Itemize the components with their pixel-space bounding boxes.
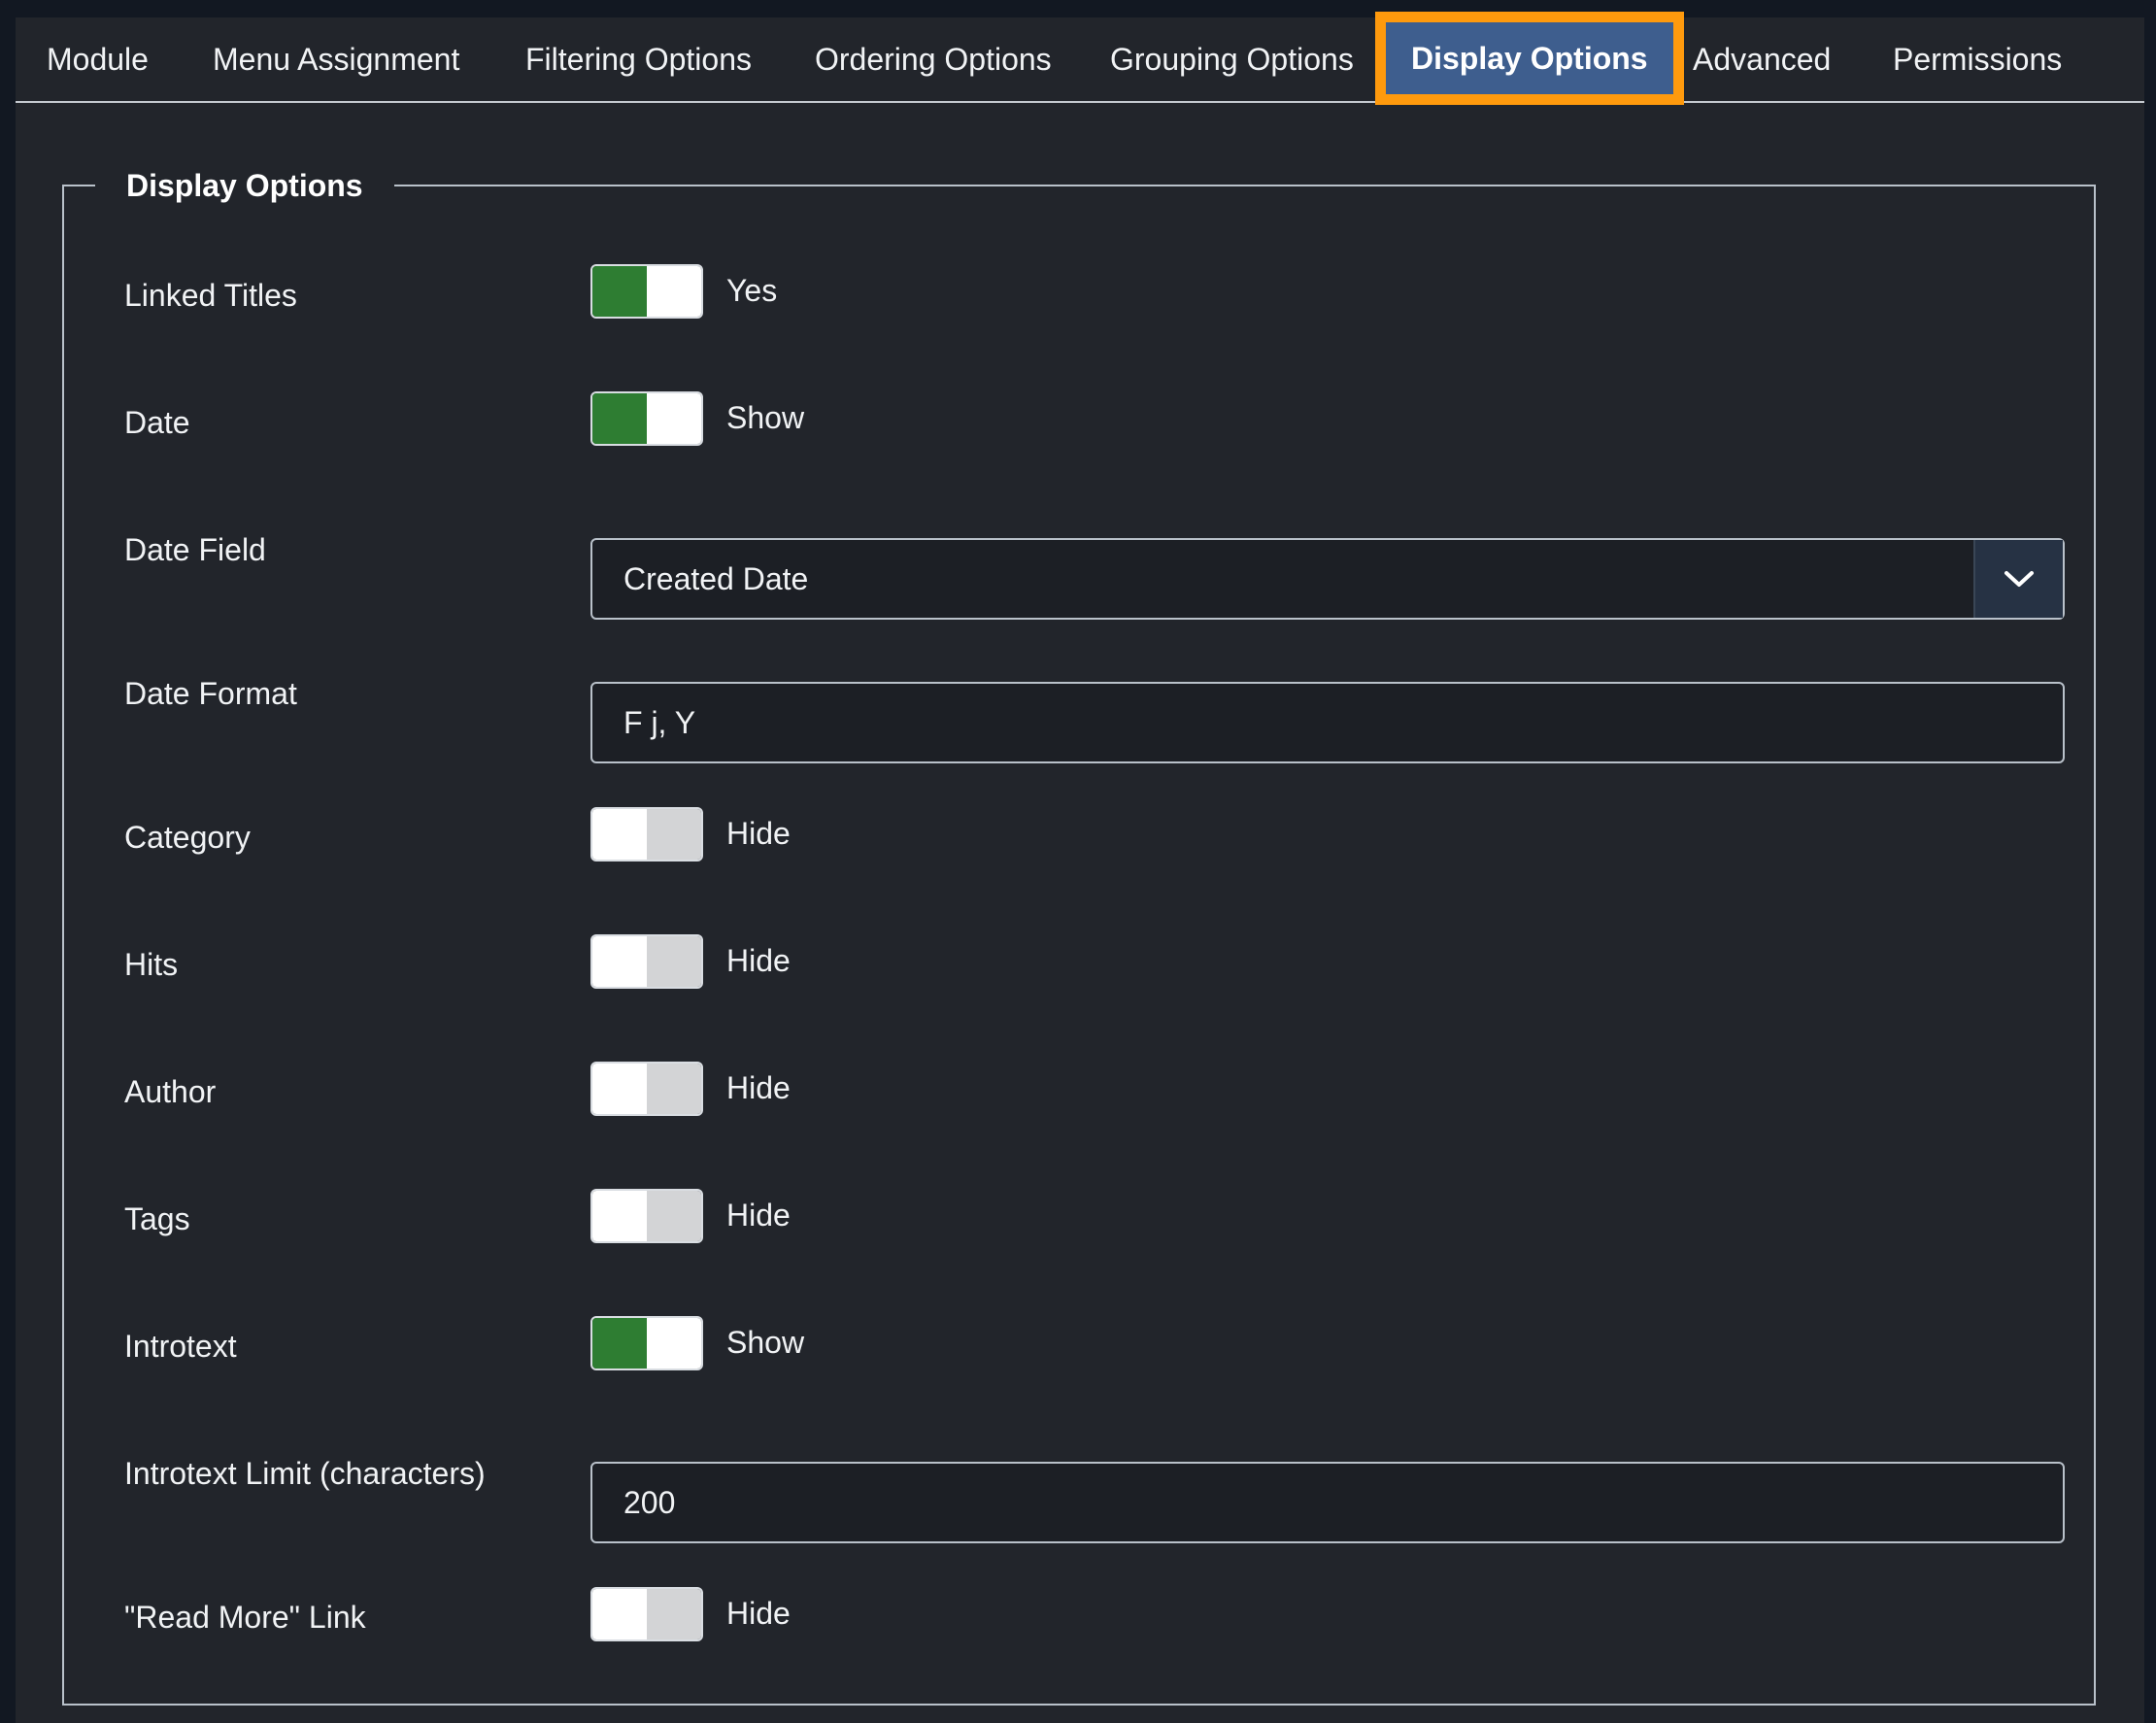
tab-display-options-label: Display Options: [1386, 22, 1673, 94]
tab-filtering-options[interactable]: Filtering Options: [525, 17, 752, 101]
chevron-down-icon: [2004, 571, 2034, 587]
introtext-limit-value: 200: [623, 1485, 676, 1520]
hits-toggle[interactable]: [590, 934, 703, 989]
tags-toggle[interactable]: [590, 1189, 703, 1243]
toggle-knob: [647, 266, 701, 317]
date-value: Show: [726, 400, 805, 435]
tags-label: Tags: [124, 1201, 190, 1236]
date-field-dropdown-button[interactable]: [1973, 540, 2063, 618]
introtext-limit-label: Introtext Limit (characters): [124, 1456, 486, 1491]
linked-titles-label: Linked Titles: [124, 278, 297, 313]
hits-label: Hits: [124, 947, 179, 982]
date-label: Date: [124, 405, 190, 440]
category-value: Hide: [726, 816, 791, 851]
date-field-select[interactable]: Created Date: [590, 538, 2065, 620]
tab-grouping-options[interactable]: Grouping Options: [1110, 17, 1354, 101]
toggle-knob: [592, 1589, 647, 1639]
date-format-value: F j, Y: [623, 705, 696, 740]
toggle-off-segment: [647, 1191, 701, 1241]
date-format-input[interactable]: F j, Y: [590, 682, 2065, 763]
tab-permissions[interactable]: Permissions: [1893, 17, 2062, 101]
read-more-toggle[interactable]: [590, 1587, 703, 1641]
toggle-knob: [592, 1191, 647, 1241]
read-more-value: Hide: [726, 1596, 791, 1631]
author-value: Hide: [726, 1070, 791, 1105]
introtext-label: Introtext: [124, 1329, 237, 1364]
toggle-knob: [592, 936, 647, 987]
tab-display-options[interactable]: Display Options: [1375, 12, 1684, 105]
tab-module[interactable]: Module: [47, 17, 149, 101]
hits-value: Hide: [726, 943, 791, 978]
toggle-on-segment: [592, 266, 647, 317]
linked-titles-toggle[interactable]: [590, 264, 703, 319]
date-toggle[interactable]: [590, 391, 703, 446]
introtext-limit-input[interactable]: 200: [590, 1462, 2065, 1543]
date-field-selected-value: Created Date: [623, 561, 809, 596]
fieldset-legend: Display Options: [95, 161, 394, 210]
linked-titles-value: Yes: [726, 273, 778, 308]
toggle-knob: [647, 1318, 701, 1368]
tab-ordering-options[interactable]: Ordering Options: [815, 17, 1052, 101]
date-field-label: Date Field: [124, 532, 266, 567]
toggle-knob: [647, 393, 701, 444]
toggle-on-segment: [592, 1318, 647, 1368]
toggle-off-segment: [647, 1589, 701, 1639]
toggle-off-segment: [647, 936, 701, 987]
toggle-on-segment: [592, 393, 647, 444]
tab-advanced[interactable]: Advanced: [1693, 17, 1831, 101]
introtext-value: Show: [726, 1325, 805, 1360]
author-toggle[interactable]: [590, 1062, 703, 1116]
toggle-off-segment: [647, 809, 701, 860]
toggle-knob: [592, 809, 647, 860]
tab-menu-assignment[interactable]: Menu Assignment: [213, 17, 459, 101]
toggle-off-segment: [647, 1064, 701, 1114]
category-label: Category: [124, 820, 251, 855]
module-settings-panel: Module Menu Assignment Filtering Options…: [16, 12, 2144, 1723]
tab-bar: Module Menu Assignment Filtering Options…: [16, 12, 2144, 105]
read-more-label: "Read More" Link: [124, 1600, 366, 1635]
toggle-knob: [592, 1064, 647, 1114]
category-toggle[interactable]: [590, 807, 703, 862]
introtext-toggle[interactable]: [590, 1316, 703, 1370]
tags-value: Hide: [726, 1198, 791, 1233]
date-format-label: Date Format: [124, 676, 297, 711]
author-label: Author: [124, 1074, 217, 1109]
